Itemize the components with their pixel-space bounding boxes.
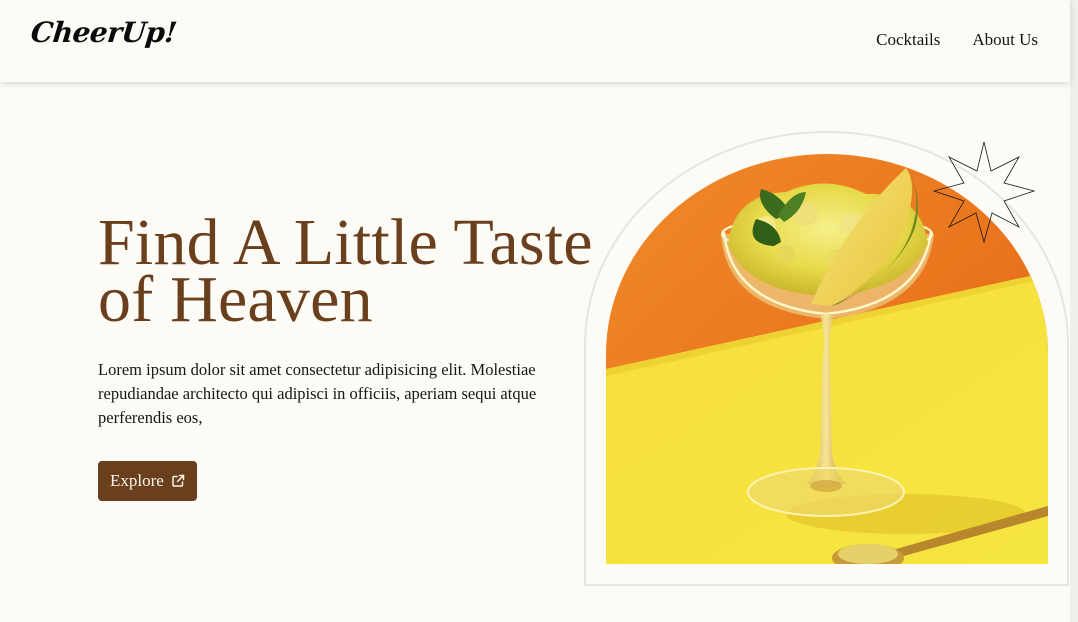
hero-title: Find A Little Taste of Heaven — [98, 210, 598, 333]
nav-link-about-us[interactable]: About Us — [972, 30, 1038, 50]
nav-link-cocktails[interactable]: Cocktails — [876, 30, 940, 50]
external-link-icon — [171, 474, 185, 488]
page-scroll-strip[interactable] — [1070, 0, 1078, 622]
logo[interactable]: CheerUp! — [29, 16, 178, 49]
explore-button-label: Explore — [110, 471, 164, 490]
explore-button[interactable]: Explore — [98, 461, 197, 501]
hero-description: Lorem ipsum dolor sit amet consectetur a… — [98, 360, 537, 427]
site-header: CheerUp! Cocktails About Us — [0, 0, 1070, 82]
main-nav: Cocktails About Us — [876, 30, 1038, 50]
hero-title-line-2: of Heaven — [98, 263, 373, 336]
starburst-decoration — [932, 141, 1036, 244]
